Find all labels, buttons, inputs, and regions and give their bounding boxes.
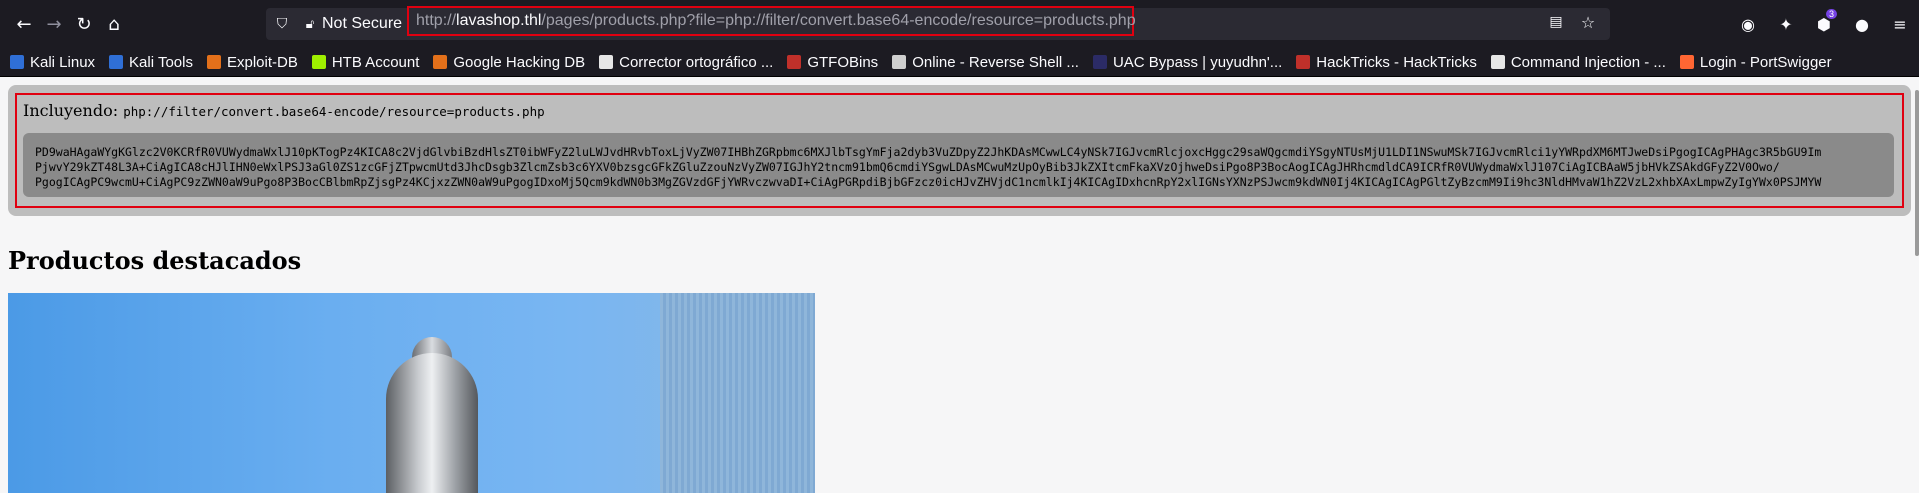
url-path: /pages/products.php?file=php://filter/co… [541,12,1136,29]
bookmark-label: HTB Account [331,53,420,71]
toolbar-right-icons: ◉ ✦ ⬢ 3 ● ≡ [1729,8,1919,38]
bookmark-favicon-icon [1092,55,1107,69]
background-curtain [660,293,815,493]
bookmark-item[interactable]: GTFOBins [787,54,878,71]
bookmark-favicon-icon [1296,55,1311,69]
bookmark-label: Corrector ortográfico ... [619,53,774,71]
bookmark-item[interactable]: Corrector ortográfico ... [599,54,773,71]
menu-icon[interactable]: ≡ [1881,15,1919,34]
bookmark-favicon-icon [109,55,124,69]
bookmark-item[interactable]: HTB Account [311,53,420,71]
url-scheme: http:// [416,12,457,29]
section-title: Productos destacados [8,246,302,275]
extension-badge: 3 [1825,8,1837,19]
not-secure-label[interactable]: Not Secure [322,15,402,33]
bookmark-item[interactable]: Kali Tools [109,54,193,71]
bookmark-item[interactable]: HackTricks - HackTricks [1296,54,1477,71]
include-section: Incluyendo: php://filter/convert.base64-… [8,85,1911,216]
bookmark-label: UAC Bypass | yuyudhn'... [1112,53,1283,71]
reader-view-icon[interactable]: ▤ [1546,14,1566,34]
account-icon[interactable]: ◉ [1729,15,1767,34]
home-icon[interactable]: ⌂ [100,10,128,38]
browser-toolbar: ← → ↻ ⌂ ⛉ 🔓︎ Not Secure http://lavashop.… [0,0,1919,48]
bookmark-label: Kali Tools [129,53,193,71]
bookmark-item[interactable]: UAC Bypass | yuyudhn'... [1092,53,1283,71]
bookmark-item[interactable]: Online - Reverse Shell ... [892,54,1079,71]
including-path: php://filter/convert.base64-encode/resou… [123,104,545,119]
extension-shield-icon[interactable]: ⬢ 3 [1805,8,1843,34]
include-highlight: Incluyendo: php://filter/convert.base64-… [15,93,1904,208]
bookmark-label: GTFOBins [807,53,879,71]
bookmark-item[interactable]: Command Injection - ... [1490,53,1666,71]
page-scrollbar[interactable] [1915,90,1919,256]
bookmark-favicon-icon [787,55,802,69]
bookmark-favicon-icon [10,55,24,69]
bookmark-label: Exploit-DB [226,53,298,71]
lamp-body [386,353,478,493]
bookmark-label: HackTricks - HackTricks [1316,53,1477,71]
base64-line: PjwvY29kZT48L3A+CiAgICA8cHJlIHN0eWxlPSJ3… [35,160,1780,174]
bookmark-item[interactable]: Login - PortSwigger [1679,53,1832,71]
bookmark-favicon-icon [599,55,614,69]
bookmark-favicon-icon [1490,55,1505,69]
back-arrow-icon[interactable]: ← [10,10,38,38]
address-bar[interactable]: ⛉ 🔓︎ Not Secure http://lavashop.thl/page… [266,6,1610,40]
extensions-icon[interactable]: ✦ [1767,15,1805,34]
bookmark-item[interactable]: Exploit-DB [206,53,298,71]
bookmark-label: Command Injection - ... [1510,53,1666,71]
insecure-lock-icon[interactable]: 🔓︎ [302,14,318,34]
bookmark-favicon-icon [1679,55,1694,69]
including-label: Incluyendo: [23,101,119,120]
url-host: lavashop.thl [456,12,542,29]
bookmark-favicon-icon [433,55,448,69]
bookmarks-bar: Kali Linux Kali Tools Exploit-DB HTB Accoun… [0,48,1919,77]
tracking-shield-icon[interactable]: ⛉ [272,14,292,34]
bookmark-item[interactable]: Kali Linux [10,54,95,71]
bookmark-favicon-icon [311,55,326,69]
reload-icon[interactable]: ↻ [70,10,98,38]
bookmark-favicon-icon [206,55,221,69]
base64-line: PgogICAgPC9wcmU+CiAgPC9zZWN0aW9uPgo8P3Bo… [35,175,1822,189]
url-text[interactable]: http://lavashop.thl/pages/products.php?f… [407,6,1136,36]
bookmark-label: Google Hacking DB [453,53,586,71]
bookmark-label: Kali Linux [30,53,96,71]
forward-arrow-icon[interactable]: → [40,10,68,38]
page-content: Incluyendo: php://filter/convert.base64-… [0,77,1919,493]
cookie-icon[interactable]: ● [1843,15,1881,34]
including-line: Incluyendo: php://filter/convert.base64-… [23,101,1894,120]
product-image[interactable] [8,293,815,493]
bookmark-label: Online - Reverse Shell ... [912,53,1079,71]
bookmark-favicon-icon [892,55,907,69]
base64-line: PD9waHAgaWYgKGlzc2V0KCRfR0VUWydmaWxlJ10p… [35,145,1822,159]
bookmark-label: Login - PortSwigger [1699,53,1832,71]
bookmark-star-icon[interactable]: ☆ [1578,13,1598,33]
bookmark-item[interactable]: Google Hacking DB [433,54,585,71]
base64-output-block: PD9waHAgaWYgKGlzc2V0KCRfR0VUWydmaWxlJ10p… [23,133,1894,197]
